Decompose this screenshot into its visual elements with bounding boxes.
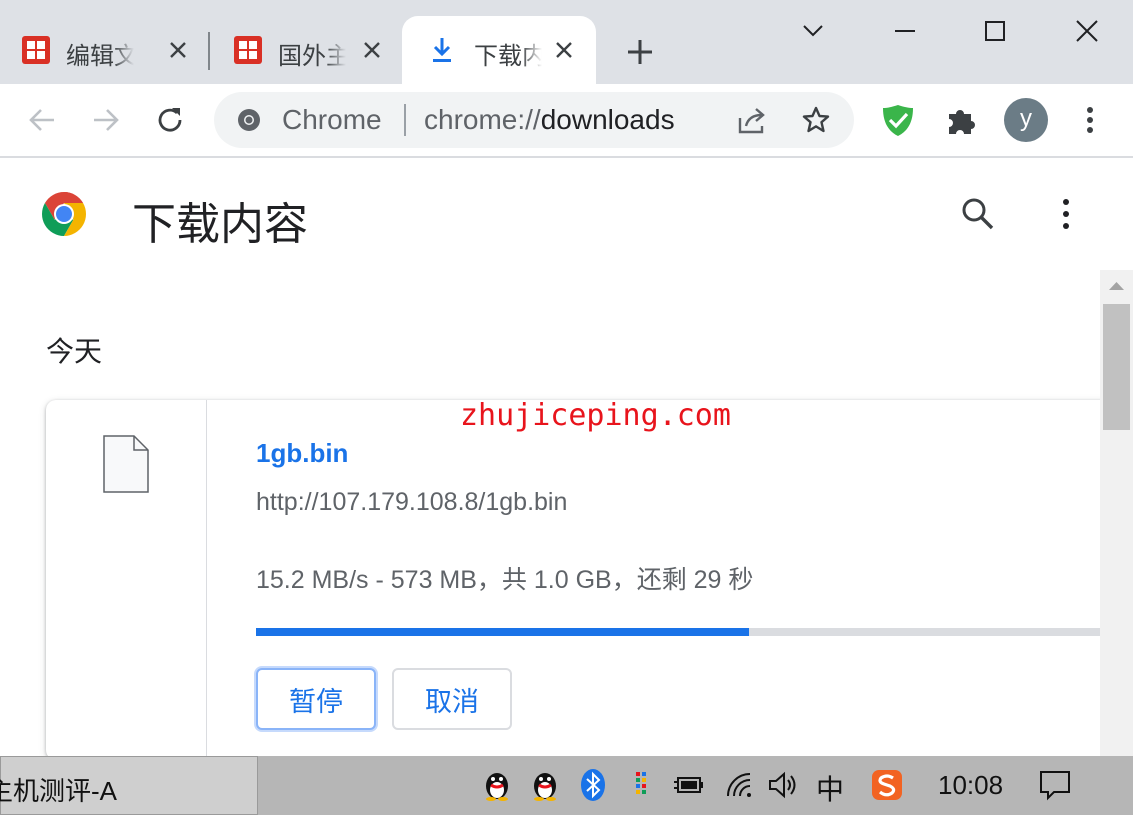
cancel-button[interactable]: 取消 xyxy=(392,668,512,730)
more-vert-icon[interactable] xyxy=(1048,194,1084,234)
back-arrow-icon[interactable] xyxy=(24,102,60,138)
taskbar-window-label: 主机测评-A xyxy=(0,776,118,806)
volume-icon[interactable] xyxy=(766,768,800,802)
tab-host-review[interactable]: 国外主机测评 xyxy=(212,16,402,84)
taskbar-window-button[interactable]: 主机测评-A xyxy=(0,756,258,815)
downloads-page: 下载内容 今天 1gb.bin http://107.179.108.8/1gb… xyxy=(0,158,1133,756)
extensions-puzzle-icon[interactable] xyxy=(944,102,980,138)
red-stamp-favicon xyxy=(22,36,50,64)
download-progress-bar xyxy=(256,628,1116,636)
download-source-url[interactable]: http://107.179.108.8/1gb.bin xyxy=(256,488,567,517)
scroll-up-arrow-icon[interactable] xyxy=(1100,270,1133,302)
tab-label: 国外主机测评 xyxy=(278,43,346,70)
close-icon[interactable] xyxy=(552,38,576,62)
progress-fill xyxy=(256,628,749,636)
file-icon xyxy=(103,435,149,493)
taskbar-clock[interactable]: 10:08 xyxy=(938,770,1003,801)
adguard-shield-icon[interactable] xyxy=(880,102,916,138)
chrome-logo-icon xyxy=(42,192,86,236)
tab-label: 编辑文章 xyxy=(66,43,134,70)
sogou-input-icon[interactable] xyxy=(870,768,904,802)
date-header: 今天 xyxy=(46,336,103,367)
scrollbar-thumb[interactable] xyxy=(1103,304,1130,430)
chevron-down-icon[interactable] xyxy=(796,14,830,48)
battery-plug-icon[interactable] xyxy=(672,768,706,802)
download-filename-link[interactable]: 1gb.bin xyxy=(256,438,348,469)
download-favicon xyxy=(433,38,451,62)
window-close-icon[interactable] xyxy=(1070,14,1104,48)
profile-avatar[interactable]: y xyxy=(1004,98,1048,142)
tab-separator xyxy=(208,32,210,70)
file-icon-column xyxy=(46,400,207,756)
bookmark-star-icon[interactable] xyxy=(800,104,832,136)
pause-button[interactable]: 暂停 xyxy=(256,668,376,730)
omnibox-divider xyxy=(404,104,406,136)
qq-penguin-icon[interactable] xyxy=(480,768,514,802)
tab-downloads[interactable]: 下载内容 xyxy=(402,16,596,84)
notification-center-icon[interactable] xyxy=(1038,768,1072,802)
tab-edit-article[interactable]: 编辑文章 xyxy=(0,16,190,84)
qq-penguin-icon[interactable] xyxy=(528,768,562,802)
share-icon[interactable] xyxy=(736,106,768,136)
url-scheme: chrome:// xyxy=(424,104,541,135)
chrome-page-icon xyxy=(238,109,260,131)
browser-toolbar: Chrome chrome://downloads y xyxy=(0,84,1133,158)
reload-icon[interactable] xyxy=(152,102,188,138)
page-title: 下载内容 xyxy=(132,200,308,249)
watermark-text: zhujiceping.com xyxy=(460,398,731,433)
ime-indicator[interactable]: 中 xyxy=(816,768,844,808)
url-path: downloads xyxy=(540,104,675,135)
red-stamp-favicon xyxy=(234,36,262,64)
close-icon[interactable] xyxy=(166,38,190,62)
address-bar[interactable]: Chrome chrome://downloads xyxy=(214,92,854,148)
bluetooth-icon[interactable] xyxy=(576,768,610,802)
search-icon[interactable] xyxy=(958,194,998,234)
close-icon[interactable] xyxy=(360,38,384,62)
windows-taskbar: 主机测评-A 中 10:08 xyxy=(0,756,1133,815)
color-grid-app-icon[interactable] xyxy=(624,768,658,802)
forward-arrow-icon[interactable] xyxy=(88,102,124,138)
maximize-icon[interactable] xyxy=(978,14,1012,48)
new-tab-icon[interactable] xyxy=(622,34,658,70)
download-item-card: 1gb.bin http://107.179.108.8/1gb.bin 15.… xyxy=(46,400,1133,756)
url-text: chrome://downloads xyxy=(424,104,675,136)
more-vert-icon[interactable] xyxy=(1072,102,1108,138)
wifi-icon[interactable] xyxy=(722,768,756,802)
tab-label: 下载内容 xyxy=(474,43,542,70)
download-status: 15.2 MB/s - 573 MB，共 1.0 GB，还剩 29 秒 xyxy=(256,566,754,594)
tab-strip: 编辑文章 国外主机测评 下载内容 xyxy=(0,0,1133,84)
site-chip-label: Chrome xyxy=(282,104,382,135)
minimize-icon[interactable] xyxy=(888,14,922,48)
